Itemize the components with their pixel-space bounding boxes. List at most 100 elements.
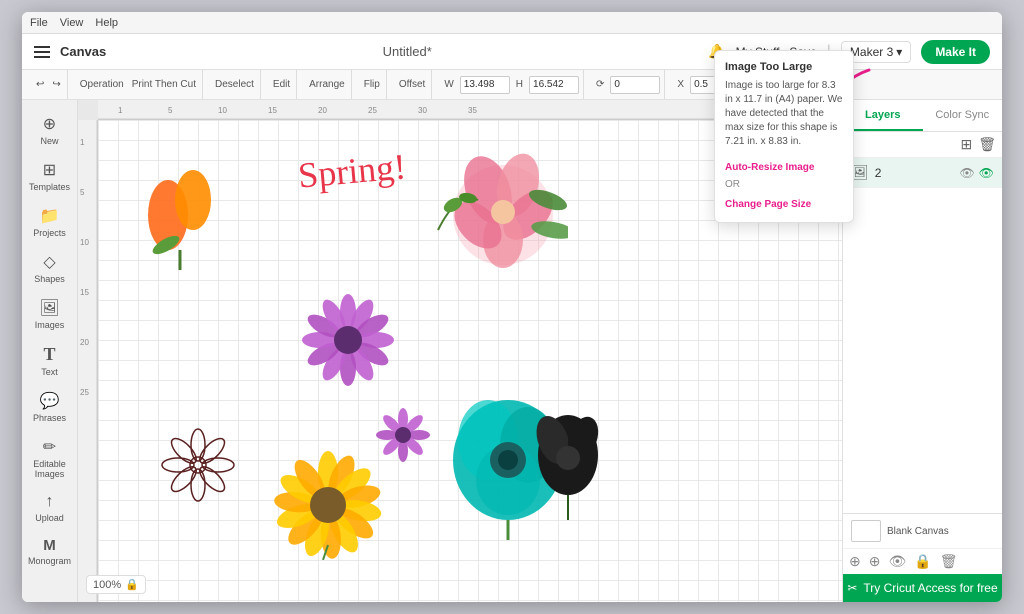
ruler-left: 1 5 10 15 20 25: [78, 120, 98, 602]
auto-resize-link[interactable]: Auto-Resize Image: [725, 162, 814, 173]
tab-color-sync[interactable]: Color Sync: [923, 100, 1003, 131]
sidebar-label-phrases: Phrases: [33, 413, 66, 423]
operation-label: Operation: [78, 79, 126, 90]
layers-delete-icon[interactable]: 🗑: [978, 136, 996, 153]
edit-button[interactable]: Edit: [271, 79, 292, 90]
edit-group: Edit: [267, 70, 297, 99]
zoom-lock-icon: 🔒: [125, 578, 139, 591]
layer-actions: 👁 👁: [960, 166, 994, 180]
blank-canvas-label: Blank Canvas: [887, 526, 949, 537]
offset-button[interactable]: Offset: [397, 79, 428, 90]
panel-icon-4[interactable]: 🔒: [914, 553, 931, 570]
flower-black-silhouette: [528, 410, 608, 520]
layers-group-icon[interactable]: ⊞: [960, 136, 972, 153]
sidebar-item-upload[interactable]: ↑ Upload: [26, 487, 74, 529]
tooltip-popup: Image Too Large Image is too large for 8…: [714, 100, 854, 223]
zoom-value: 100%: [93, 579, 121, 591]
undo-redo-group: ↩ ↪: [30, 70, 68, 99]
svg-text:30: 30: [418, 106, 427, 115]
svg-text:20: 20: [80, 338, 89, 347]
layer-visibility-icon[interactable]: 👁: [960, 166, 975, 180]
phrases-icon: 💬: [40, 391, 60, 411]
svg-text:1: 1: [118, 106, 123, 115]
layer-number: 2: [875, 166, 954, 180]
tooltip-or: OR: [725, 179, 843, 190]
operation-value[interactable]: Print Then Cut: [130, 79, 198, 90]
outer-frame: File View Help Canvas Untitled* 🔔 My Stu…: [0, 0, 1024, 614]
layer-item[interactable]: 🖼 2 👁 👁: [843, 158, 1002, 188]
hamburger-menu[interactable]: [34, 46, 50, 58]
flip-button[interactable]: Flip: [362, 79, 382, 90]
rotate-input[interactable]: [610, 76, 660, 94]
panel-icon-3[interactable]: 👁: [888, 553, 906, 570]
sidebar-item-phrases[interactable]: 💬 Phrases: [26, 385, 74, 429]
cricut-scissors-icon: ✂: [847, 581, 857, 595]
svg-text:5: 5: [168, 106, 173, 115]
sidebar-item-shapes[interactable]: ◇ Shapes: [26, 246, 74, 290]
text-icon: T: [43, 344, 55, 365]
main-content: ⊕ New ⊞ Templates 📁 Projects ◇ Shapes 🖼: [22, 100, 1002, 602]
redo-button[interactable]: ↪: [50, 79, 62, 90]
flip-group: Flip: [358, 70, 387, 99]
sidebar-item-text[interactable]: T Text: [26, 338, 74, 383]
sidebar-label-monogram: Monogram: [28, 556, 71, 566]
panel-icon-5[interactable]: 🗑: [940, 553, 958, 570]
zoom-indicator: 100% 🔒: [86, 575, 146, 594]
cricut-banner[interactable]: ✂ Try Cricut Access for free: [843, 574, 1002, 602]
cricut-banner-text: Try Cricut Access for free: [863, 581, 997, 595]
svg-text:20: 20: [318, 106, 327, 115]
svg-text:10: 10: [80, 238, 89, 247]
svg-text:25: 25: [368, 106, 377, 115]
bottom-panel: Blank Canvas: [843, 513, 1002, 548]
svg-text:5: 5: [80, 188, 85, 197]
editable-icon: ✏: [43, 437, 56, 457]
new-icon: ⊕: [43, 114, 56, 134]
layer-eye-off-icon[interactable]: 👁: [979, 166, 994, 180]
leaf-details: [428, 180, 488, 240]
layers-toolbar: ⊞ 🗑: [843, 132, 1002, 158]
sidebar-label-projects: Projects: [33, 228, 66, 238]
size-label: W: [442, 79, 455, 90]
menu-help[interactable]: Help: [95, 17, 118, 29]
menu-view[interactable]: View: [60, 17, 84, 29]
deselect-group: Deselect: [209, 70, 261, 99]
width-input[interactable]: [460, 76, 510, 94]
sidebar-label-shapes: Shapes: [34, 274, 65, 284]
panel-icon-1[interactable]: ⊕: [849, 553, 861, 570]
canvas-label: Canvas: [60, 44, 106, 59]
document-title: Untitled*: [383, 44, 432, 59]
sidebar-label-images: Images: [35, 320, 65, 330]
monogram-icon: M: [43, 537, 56, 554]
rotate-group: ⟳: [590, 70, 665, 99]
change-page-size-link[interactable]: Change Page Size: [725, 199, 811, 210]
left-sidebar: ⊕ New ⊞ Templates 📁 Projects ◇ Shapes 🖼: [22, 100, 78, 602]
sidebar-item-editable[interactable]: ✏ Editable Images: [26, 431, 74, 485]
arrange-button[interactable]: Arrange: [307, 79, 347, 90]
height-input[interactable]: [529, 76, 579, 94]
menu-file[interactable]: File: [30, 17, 48, 29]
svg-text:15: 15: [268, 106, 277, 115]
svg-text:35: 35: [468, 106, 477, 115]
sidebar-item-templates[interactable]: ⊞ Templates: [26, 154, 74, 198]
projects-icon: 📁: [40, 206, 60, 226]
rotate-label: ⟳: [594, 79, 606, 90]
sidebar-label-text: Text: [41, 367, 58, 377]
panel-icons: ⊕ ⊕ 👁 🔒 🗑: [843, 548, 1002, 574]
templates-icon: ⊞: [43, 160, 56, 180]
deselect-button[interactable]: Deselect: [213, 79, 256, 90]
sidebar-label-upload: Upload: [35, 513, 64, 523]
panel-icon-2[interactable]: ⊕: [869, 553, 881, 570]
height-label: H: [514, 79, 525, 90]
sidebar-item-images[interactable]: 🖼 Images: [26, 292, 74, 336]
flower-dark-outline: [158, 420, 238, 510]
blank-canvas-thumbnail: [851, 520, 881, 542]
sidebar-label-templates: Templates: [29, 182, 70, 192]
operation-group: Operation Print Then Cut: [74, 70, 203, 99]
sidebar-item-projects[interactable]: 📁 Projects: [26, 200, 74, 244]
title-bar-left: Canvas: [34, 44, 106, 59]
undo-button[interactable]: ↩: [34, 79, 46, 90]
make-it-button[interactable]: Make It: [921, 40, 990, 64]
right-sidebar: Layers Color Sync ⊞ 🗑 🖼 2 👁 👁: [842, 100, 1002, 602]
sidebar-item-new[interactable]: ⊕ New: [26, 108, 74, 152]
sidebar-item-monogram[interactable]: M Monogram: [26, 531, 74, 572]
